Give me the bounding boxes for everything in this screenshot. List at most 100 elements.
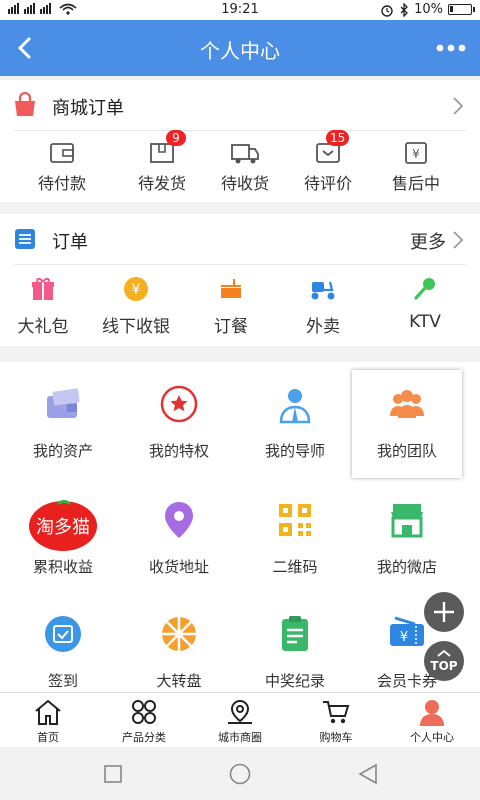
status-bar: 19:21 10% [0,0,480,20]
battery-percent: 10% [414,2,443,17]
cart-icon [323,701,350,724]
gift-icon [32,278,54,300]
orders-more-link[interactable]: 更多 [410,228,446,254]
order-status-pending-payment[interactable]: 待付款 [0,132,124,202]
service-label: 我的团队 [376,442,437,460]
order-type-takeaway[interactable]: 外卖 [276,266,370,346]
service-my-team[interactable]: 我的团队 [352,370,462,478]
service-shipping-address[interactable]: 收货地址 [124,486,234,594]
record-clipboard-icon [282,616,308,651]
tab-label: 城市商圈 [218,731,262,744]
service-my-privilege[interactable]: 我的特权 [124,370,234,478]
order-status-label: 待发货 [137,174,186,193]
tab-cart[interactable]: 购物车 [288,693,384,747]
service-my-mentor[interactable]: 我的导师 [240,370,350,478]
mall-orders-section: 商城订单 待付款 9 待发货 待收货 15 待评价 ¥ 售后中 [0,80,480,202]
services-grid: 我的资产 我的特权 我的导师 我的团队 淘多猫 累积收益 收货地址 二维码 我的… [0,362,480,692]
service-label: 二维码 [272,558,318,576]
service-accumulated-earnings[interactable]: 淘多猫 累积收益 [8,486,118,594]
tab-label: 产品分类 [122,731,166,744]
svg-text:¥: ¥ [412,147,420,161]
order-type-ktv[interactable]: KTV [370,266,480,346]
service-check-in[interactable]: 签到 [8,600,118,692]
mentor-icon [279,389,311,424]
tab-profile[interactable]: 个人中心 [384,693,480,747]
home-circle-icon[interactable] [228,763,252,785]
order-status-after-sales[interactable]: ¥ 售后中 [366,132,466,202]
taoduomao-logo: 淘多猫 [29,500,97,551]
order-status-pending-review[interactable]: 15 待评价 [290,130,366,202]
recent-apps-icon[interactable] [103,765,123,783]
tab-label: 购物车 [319,731,353,744]
app-header: 个人中心 [0,20,480,76]
service-label: 签到 [47,672,78,690]
order-type-label: 大礼包 [17,317,69,337]
service-label: 我的微店 [376,558,437,576]
wallet-card-icon [47,388,80,418]
add-fab-button[interactable] [424,592,464,632]
tab-home[interactable]: 首页 [0,693,96,747]
alarm-icon [381,4,393,17]
order-type-label: 订餐 [214,317,248,337]
person-icon [420,700,444,726]
service-label: 累积收益 [32,558,93,576]
orders-header[interactable]: 订单 更多 [0,214,480,264]
list-icon [15,229,35,249]
order-status-label: 待收货 [220,174,269,193]
back-to-top-button[interactable]: TOP [424,641,464,681]
order-status-label: 售后中 [391,174,440,193]
order-type-offline-cashier[interactable]: ¥ 线下收银 [86,266,186,346]
wallet-icon [50,143,74,163]
back-to-top-label: TOP [430,659,458,673]
order-status-pending-receipt[interactable]: 待收货 [200,132,290,202]
coupon-icon: ¥ [390,616,424,646]
divider [14,264,466,265]
tab-label: 个人中心 [410,731,454,744]
star-circle-icon [160,385,198,423]
more-dots-icon[interactable] [434,34,468,62]
service-prize-records[interactable]: 中奖纪录 [240,600,350,692]
service-label: 我的资产 [32,442,93,460]
category-icon [132,700,156,724]
store-icon [391,504,423,538]
order-type-label: 外卖 [306,317,340,337]
meal-icon [221,279,241,298]
tab-label: 首页 [37,731,59,744]
team-icon [390,390,424,418]
plus-icon [434,602,454,622]
service-my-assets[interactable]: 我的资产 [8,370,118,478]
system-nav-bar [0,747,480,800]
bottom-tab-bar: 首页 产品分类 城市商圈 购物车 个人中心 [0,692,480,747]
bluetooth-icon [400,2,409,17]
qrcode-icon [279,504,311,536]
order-type-label: KTV [409,312,441,332]
divider [14,130,466,131]
service-label: 我的导师 [264,442,325,460]
svg-text:¥: ¥ [400,630,408,645]
yen-coin-icon: ¥ [124,277,148,301]
order-status-label: 待付款 [37,174,86,193]
service-qrcode[interactable]: 二维码 [240,486,350,594]
scooter-icon [311,281,335,300]
mall-orders-header[interactable]: 商城订单 [0,80,480,130]
tab-product-categories[interactable]: 产品分类 [96,693,192,747]
svg-text:¥: ¥ [132,282,141,298]
order-type-gift-pack[interactable]: 大礼包 [0,266,86,346]
refund-icon: ¥ [405,142,427,164]
chevron-right-icon [453,97,464,115]
location-pin-icon [165,502,193,538]
service-lucky-wheel[interactable]: 大转盘 [124,600,234,692]
order-status-pending-shipment[interactable]: 9 待发货 [124,130,200,202]
orders-section: 订单 更多 大礼包 ¥ 线下收银 订餐 外卖 KTV [0,214,480,346]
map-pin-icon [228,699,252,724]
back-triangle-icon[interactable] [357,763,379,785]
tab-city-business[interactable]: 城市商圈 [192,693,288,747]
mall-orders-title: 商城订单 [52,98,124,119]
truck-icon [231,144,259,164]
calendar-check-icon [45,616,81,652]
order-type-meal[interactable]: 订餐 [186,266,276,346]
order-type-label: 线下收银 [102,317,170,337]
service-label: 中奖纪录 [264,672,325,690]
wheel-icon [162,617,196,651]
service-my-microstore[interactable]: 我的微店 [352,486,462,594]
